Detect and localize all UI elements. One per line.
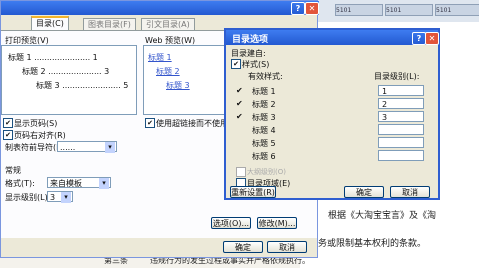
style-name: 标题 6 — [252, 152, 276, 161]
levels-spinner[interactable]: 3 — [47, 191, 73, 203]
style-name: 标题 4 — [252, 126, 276, 135]
levels-label: 显示级别(L): — [5, 193, 51, 202]
web-preview-link: 标题 3 — [166, 81, 190, 90]
ok-button[interactable]: 确定 — [223, 241, 263, 253]
toc-level-input[interactable]: 1 — [378, 85, 424, 96]
preview-line: 标题 1 ...................... 1 — [8, 53, 98, 62]
styles-checkbox[interactable]: ✔ — [231, 59, 241, 69]
toc-level-header: 目录级别(L): — [374, 72, 420, 81]
toc-level-input[interactable]: 2 — [378, 98, 424, 109]
ruler-tab[interactable]: 5101 — [335, 4, 383, 16]
preview-line: 标题 2 ..................... 3 — [22, 67, 110, 76]
styles-label: 样式(S) — [242, 60, 270, 69]
outline-level-label: 大纲级别(O) — [247, 168, 286, 176]
cancel-button[interactable]: 取消 — [267, 241, 307, 253]
ruler-tab[interactable]: 5101 — [385, 4, 433, 16]
build-from-label: 目录建自: — [231, 49, 266, 58]
close-button[interactable]: ✕ — [425, 32, 439, 45]
show-page-numbers-checkbox[interactable]: ✔ — [3, 118, 13, 128]
style-check-icon: ✔ — [236, 99, 243, 108]
style-row[interactable]: 标题 4 — [232, 124, 432, 136]
style-name: 标题 1 — [252, 87, 276, 96]
modify-button[interactable]: 修改(M)... — [257, 217, 297, 229]
ruler[interactable]: 5101 5101 5101 — [315, 0, 479, 23]
preview-line: 标题 3 ....................... 5 — [36, 81, 129, 90]
options-button[interactable]: 选项(O)... — [211, 217, 251, 229]
document-line: 务或限制基本权利的条款。 — [318, 239, 427, 249]
document-line: 根据《大淘宝宝言》及《淘 — [328, 211, 437, 221]
style-row[interactable]: ✔ 标题 3 3 — [232, 111, 432, 123]
web-preview-link: 标题 2 — [156, 67, 180, 76]
style-name: 标题 2 — [252, 100, 276, 109]
format-label: 格式(T): — [5, 179, 35, 188]
style-row[interactable]: ✔ 标题 2 2 — [232, 98, 432, 110]
help-button[interactable]: ? — [291, 2, 305, 15]
toc-level-input[interactable] — [378, 137, 424, 148]
dialog-title-bar[interactable]: ? ✕ — [1, 1, 319, 15]
style-row[interactable]: 标题 5 — [232, 137, 432, 149]
use-hyperlinks-checkbox[interactable]: ✔ — [145, 118, 155, 128]
web-preview-link: 标题 1 — [148, 53, 172, 62]
help-button[interactable]: ? — [412, 32, 426, 45]
format-select[interactable]: 来自模板 — [47, 177, 111, 189]
style-row[interactable]: ✔ 标题 1 1 — [232, 85, 432, 97]
toc-level-input[interactable]: 3 — [378, 111, 424, 122]
style-name: 标题 3 — [252, 113, 276, 122]
outline-level-checkbox[interactable] — [236, 167, 246, 177]
print-preview: 标题 1 ...................... 1 标题 2 .....… — [1, 45, 137, 115]
ok-button[interactable]: 确定 — [344, 186, 384, 198]
tab-leader-select[interactable]: ...... — [57, 141, 117, 153]
toc-options-title: 目录选项 — [232, 35, 269, 45]
right-align-checkbox[interactable]: ✔ — [3, 130, 13, 140]
toc-level-input[interactable] — [378, 124, 424, 135]
toc-level-input[interactable] — [378, 150, 424, 161]
show-page-numbers-label: 显示页码(S) — [14, 119, 58, 128]
general-section-label: 常规 — [5, 166, 21, 175]
web-preview: 标题 1 标题 2 标题 3 — [143, 45, 227, 115]
style-check-icon: ✔ — [236, 112, 243, 121]
close-button[interactable]: ✕ — [305, 2, 319, 15]
style-check-icon: ✔ — [236, 86, 243, 95]
ruler-tab[interactable]: 5101 — [435, 4, 479, 16]
reset-button[interactable]: 重新设置(R) — [230, 186, 276, 198]
right-align-label: 页码右对齐(R) — [14, 131, 66, 140]
toc-options-title-bar[interactable]: 目录选项 ? ✕ — [226, 30, 439, 45]
toc-options-dialog: 目录选项 ? ✕ 目录建自: ✔ 样式(S) 有效样式: 目录级别(L): ✔ … — [224, 28, 440, 200]
style-name: 标题 5 — [252, 139, 276, 148]
available-styles-header: 有效样式: — [248, 72, 283, 81]
style-row[interactable]: 标题 6 — [232, 150, 432, 162]
cancel-button[interactable]: 取消 — [390, 186, 430, 198]
